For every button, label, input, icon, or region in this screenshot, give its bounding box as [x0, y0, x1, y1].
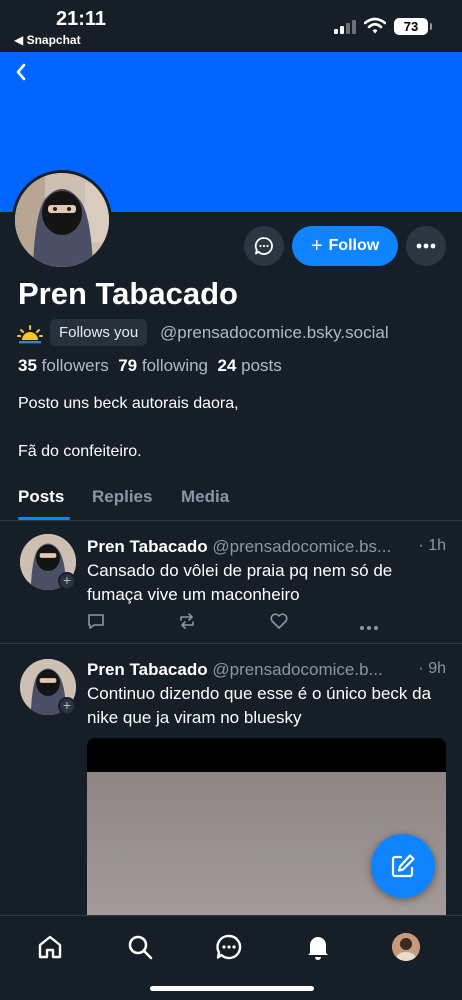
chat-bubble-icon	[254, 237, 273, 255]
edit-icon	[391, 854, 415, 878]
compose-button[interactable]	[371, 834, 435, 898]
plus-icon: +	[310, 235, 323, 257]
follow-label: Follow	[328, 237, 380, 254]
posts-stat: 24 posts	[217, 356, 282, 375]
more-horizontal-icon	[416, 243, 436, 249]
post-author-name[interactable]: Pren Tabacado	[87, 660, 208, 679]
repost-icon[interactable]	[177, 612, 197, 635]
followers-stat[interactable]: 35 followers	[18, 356, 109, 375]
more-horizontal-icon[interactable]	[359, 618, 379, 636]
bottom-navigation	[0, 915, 462, 1000]
battery-indicator: 73	[394, 18, 432, 35]
post-timestamp: · 9h	[418, 660, 446, 677]
post-image[interactable]	[87, 738, 446, 928]
status-bar: 21:11 ◀ Snapchat 73	[0, 0, 462, 52]
post-timestamp: · 1h	[418, 537, 446, 554]
post-author-name[interactable]: Pren Tabacado	[87, 537, 208, 556]
message-button[interactable]	[244, 226, 284, 266]
post-actions	[87, 612, 387, 632]
profile-tabs: Posts Replies Media	[0, 480, 462, 521]
home-indicator	[150, 986, 314, 991]
add-follow-badge[interactable]: +	[58, 697, 76, 715]
follows-you-badge: Follows you	[50, 319, 148, 346]
profile-avatar[interactable]	[12, 170, 112, 270]
more-options-button[interactable]	[406, 226, 446, 266]
follow-button[interactable]: + Follow	[292, 226, 398, 266]
post-author-handle: @prensadocomice.bs...	[212, 537, 392, 556]
search-icon[interactable]	[125, 932, 155, 962]
home-icon[interactable]	[35, 932, 65, 962]
tab-posts[interactable]: Posts	[18, 487, 64, 507]
profile-handle[interactable]: @prensadocomice.bsky.social	[160, 323, 389, 343]
post-author-handle: @prensadocomice.b...	[212, 660, 383, 679]
add-follow-badge[interactable]: +	[58, 572, 76, 590]
profile-bio: Posto uns beck autorais daora, Fã do con…	[18, 395, 239, 460]
clock: 21:11	[56, 8, 107, 30]
back-to-app-link[interactable]: ◀ Snapchat	[14, 33, 81, 47]
active-tab-indicator	[18, 517, 70, 520]
wifi-icon	[364, 17, 386, 34]
chat-icon[interactable]	[214, 932, 244, 962]
display-name: Pren Tabacado	[18, 276, 238, 311]
profile-stats: 35 followers 79 following 24 posts	[18, 356, 282, 376]
bell-icon[interactable]	[303, 932, 333, 962]
profile-avatar[interactable]	[391, 932, 421, 962]
tab-replies[interactable]: Replies	[92, 487, 152, 507]
chevron-left-icon[interactable]	[10, 60, 34, 84]
tab-media[interactable]: Media	[181, 487, 229, 507]
post-item[interactable]: + Pren Tabacado @prensadocomice.bs... · …	[0, 522, 462, 644]
sunrise-icon	[17, 325, 43, 344]
cellular-signal-icon	[334, 20, 356, 34]
post-text: Cansado do vôlei de praia pq nem só de f…	[87, 561, 393, 604]
following-stat[interactable]: 79 following	[118, 356, 208, 375]
post-text: Continuo dizendo que esse é o único beck…	[87, 684, 432, 727]
reply-icon[interactable]	[87, 612, 105, 635]
like-icon[interactable]	[269, 612, 289, 635]
